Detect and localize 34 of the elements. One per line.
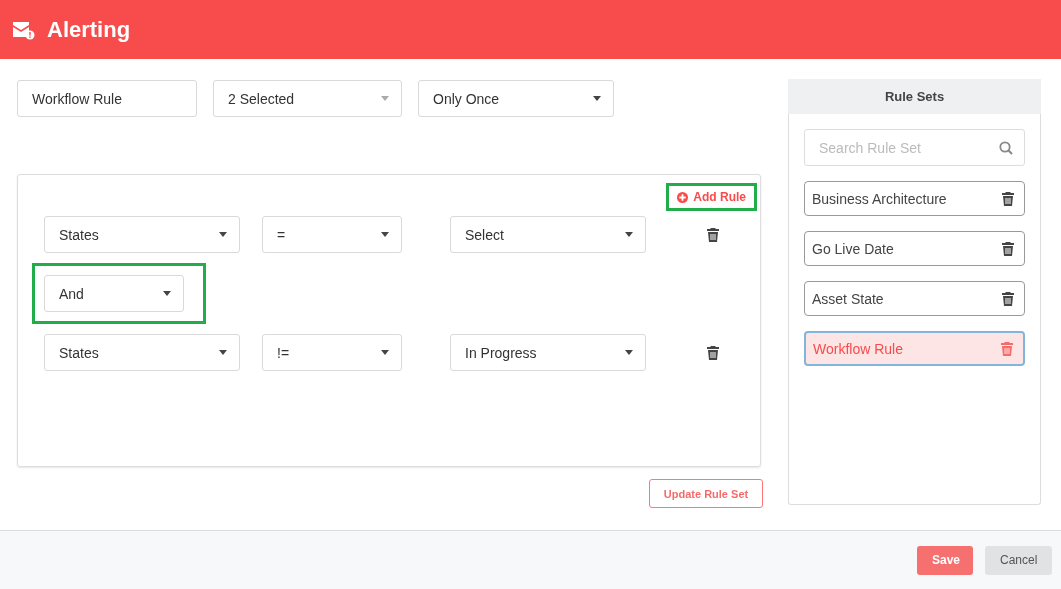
trash-icon[interactable] xyxy=(1002,291,1014,306)
caret-icon xyxy=(593,96,601,101)
trash-icon[interactable] xyxy=(707,345,719,360)
caret-icon xyxy=(625,232,633,237)
dropdown[interactable]: States xyxy=(44,216,240,253)
caret-icon xyxy=(381,96,389,101)
caret-icon xyxy=(219,232,227,237)
rule-set-item[interactable]: Asset State xyxy=(804,281,1025,316)
plus-circle-icon xyxy=(677,191,689,203)
caret-icon xyxy=(163,291,171,296)
dropdown[interactable]: In Progress xyxy=(450,334,646,371)
name-field[interactable]: Workflow Rule xyxy=(17,80,197,117)
dropdown[interactable]: Select xyxy=(450,216,646,253)
caret-icon xyxy=(381,232,389,237)
dropdown[interactable]: != xyxy=(262,334,402,371)
caret-icon xyxy=(219,350,227,355)
panel-header: Rule Sets xyxy=(788,79,1041,114)
mail-alert-icon xyxy=(13,19,35,40)
dropdown[interactable]: States xyxy=(44,334,240,371)
trash-icon[interactable] xyxy=(707,227,719,242)
cancel-button[interactable]: Cancel xyxy=(985,545,1052,575)
dropdown[interactable]: 2 Selected xyxy=(213,80,402,117)
rule-set-item[interactable]: Business Architecture xyxy=(804,181,1025,216)
dropdown[interactable]: Only Once xyxy=(418,80,614,117)
caret-icon xyxy=(625,350,633,355)
rule-set-item[interactable]: Go Live Date xyxy=(804,231,1025,266)
search-icon xyxy=(999,141,1013,155)
trash-icon[interactable] xyxy=(1002,241,1014,256)
dropdown[interactable]: And xyxy=(44,275,184,312)
page-title: Alerting xyxy=(47,16,131,43)
trash-icon[interactable] xyxy=(1002,191,1014,206)
dropdown[interactable]: = xyxy=(262,216,402,253)
caret-icon xyxy=(381,350,389,355)
search-field[interactable]: Search Rule Set xyxy=(804,129,1025,166)
